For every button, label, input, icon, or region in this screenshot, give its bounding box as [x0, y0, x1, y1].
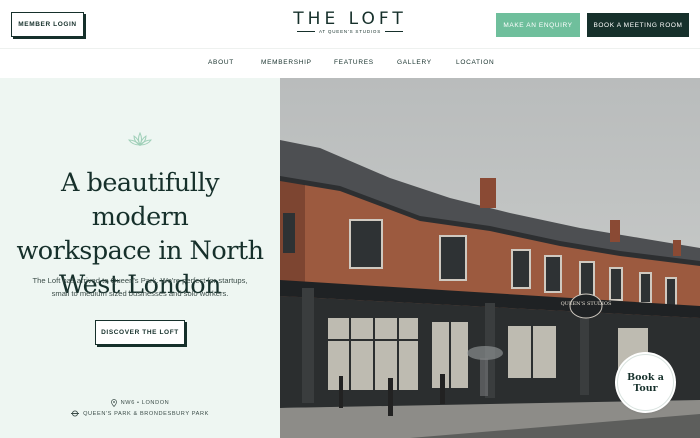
logo-divider: [385, 31, 404, 32]
make-enquiry-button[interactable]: MAKE AN ENQUIRY: [496, 13, 580, 37]
nav-item-about[interactable]: ABOUT: [208, 59, 234, 66]
lotus-icon: [128, 132, 152, 146]
location-text: NW6 • LONDON: [120, 400, 170, 406]
nav-item-location[interactable]: LOCATION: [456, 59, 494, 66]
logo-title: THE LOFT: [293, 9, 407, 29]
hero-description: The Loft has arrived to Queen's Park. We…: [14, 275, 266, 300]
nav-item-gallery[interactable]: GALLERY: [397, 59, 432, 66]
building-sign-text: QUEEN'S STUDIOS: [561, 301, 612, 307]
transport-row: QUEEN'S PARK & BRONDESBURY PARK: [0, 410, 280, 417]
member-login-button[interactable]: MEMBER LOGIN: [11, 12, 84, 37]
badge-line: Tour: [633, 382, 658, 394]
hero-description-line: The Loft has arrived to Queen's Park. We…: [32, 276, 248, 285]
nav-item-membership[interactable]: MEMBERSHIP: [261, 59, 312, 66]
logo-subtitle-row: AT QUEEN'S STUDIOS: [290, 29, 410, 34]
site-logo[interactable]: THE LOFT AT QUEEN'S STUDIOS: [290, 10, 410, 40]
book-meeting-room-button[interactable]: BOOK A MEETING ROOM: [587, 13, 689, 37]
badge-line: Book a: [627, 371, 664, 383]
logo-divider: [296, 31, 315, 32]
nav-item-features[interactable]: FEATURES: [334, 59, 374, 66]
hero-panel: A beautifully modern workspace in North …: [0, 78, 280, 438]
hero-description-line: small to medium sized businesses and sol…: [51, 288, 229, 298]
book-a-tour-badge[interactable]: Book a Tour: [617, 354, 674, 411]
location-row: NW6 • LONDON: [0, 399, 280, 407]
hero-heading-line: workspace in North: [16, 236, 264, 266]
discover-the-loft-button[interactable]: DISCOVER THE LOFT: [95, 320, 185, 345]
logo-subtitle: AT QUEEN'S STUDIOS: [318, 29, 382, 34]
underground-icon: [71, 410, 80, 417]
map-pin-icon: [110, 399, 117, 407]
main-nav: ABOUT MEMBERSHIP FEATURES GALLERY LOCATI…: [0, 48, 700, 78]
hero-heading-line: A beautifully modern: [60, 168, 220, 232]
transport-text: QUEEN'S PARK & BRONDESBURY PARK: [83, 410, 209, 417]
site-header: MEMBER LOGIN THE LOFT AT QUEEN'S STUDIOS…: [0, 0, 700, 48]
